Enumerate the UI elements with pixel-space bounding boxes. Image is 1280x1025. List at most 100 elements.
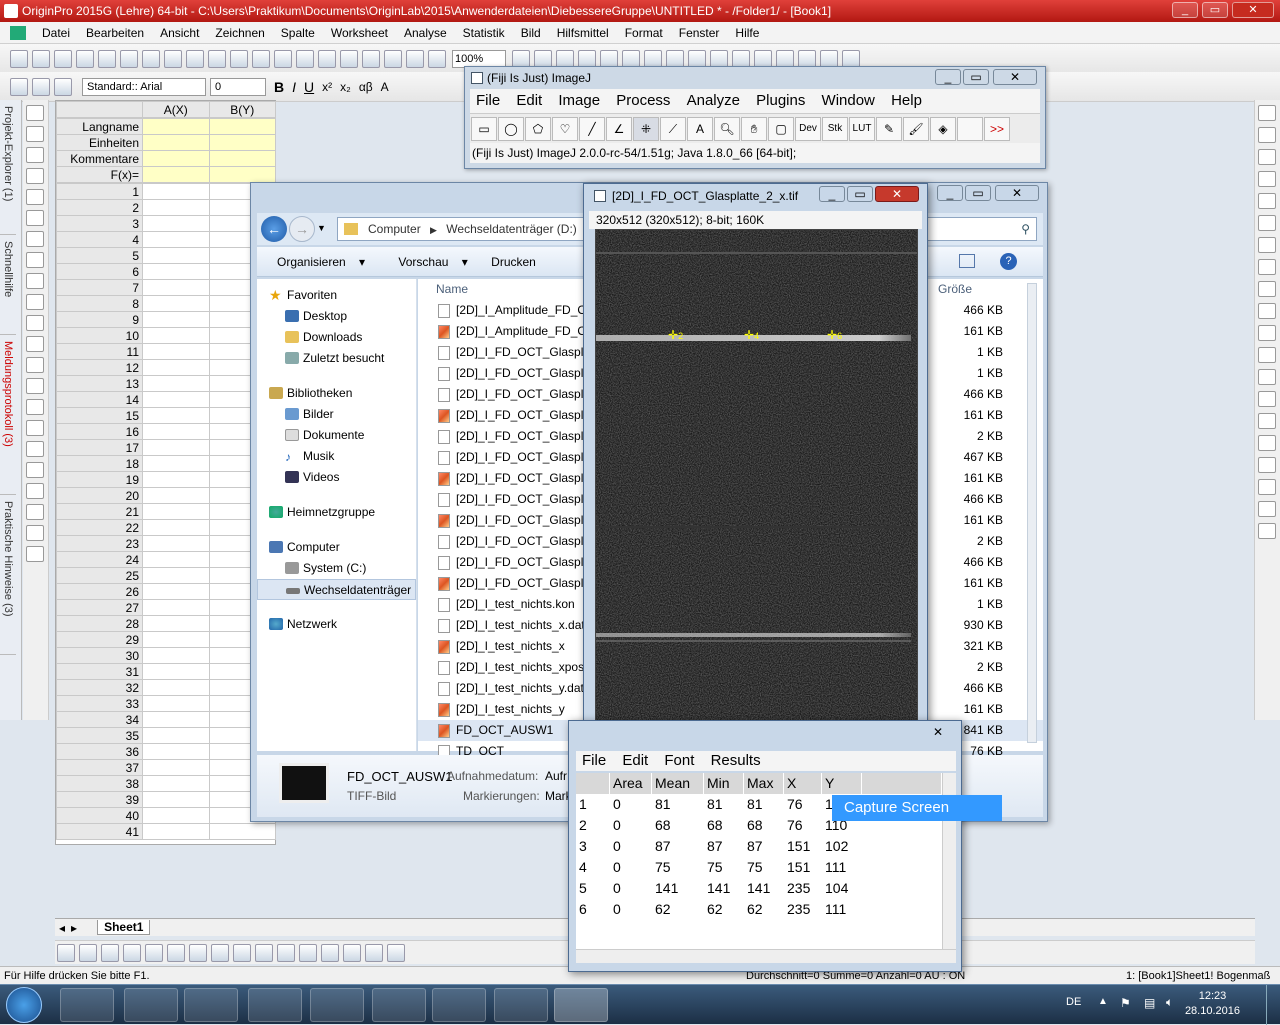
cell-a[interactable] — [142, 183, 210, 200]
cell-a[interactable] — [142, 599, 210, 616]
worksheet-row[interactable]: 12 — [56, 359, 276, 376]
ij-menu-process[interactable]: Process — [616, 92, 670, 109]
worksheet-row[interactable]: 7 — [56, 279, 276, 296]
taskbar-explorer-icon[interactable] — [124, 988, 178, 1022]
meta-cell-a[interactable] — [142, 134, 210, 151]
wand-tool-icon[interactable]: ⟋ — [660, 117, 686, 141]
taskbar-app-gray-icon[interactable] — [372, 988, 426, 1022]
import-multiple-icon[interactable] — [340, 49, 358, 68]
row-number[interactable]: 10 — [56, 327, 143, 344]
tree-downloads[interactable]: Downloads — [257, 327, 416, 348]
filter-icon[interactable] — [842, 49, 860, 68]
legend-tool-icon[interactable] — [26, 462, 44, 478]
row-number[interactable]: 36 — [56, 743, 143, 760]
imagej-close-button[interactable]: ✕ — [993, 69, 1037, 85]
meta-row-label[interactable]: Kommentare — [56, 150, 143, 167]
tree-homegroup[interactable]: Heimnetzgruppe — [257, 502, 416, 523]
corner-cell[interactable] — [56, 101, 143, 118]
worksheet-row[interactable]: 28 — [56, 615, 276, 632]
taskbar-chrome-icon[interactable] — [310, 988, 364, 1022]
stat-plot-icon[interactable] — [277, 943, 295, 962]
minimize-button[interactable]: _ — [1172, 2, 1198, 18]
open-template-icon[interactable] — [208, 49, 226, 68]
meta-row-label[interactable]: F(x)= — [56, 166, 143, 183]
new-project-icon[interactable] — [10, 49, 28, 68]
cell-a[interactable] — [142, 647, 210, 664]
row-number[interactable]: 30 — [56, 647, 143, 664]
zoom-select[interactable]: 100% — [452, 49, 506, 68]
results-header-y[interactable]: Y — [822, 773, 862, 794]
screen-reader-icon[interactable] — [26, 168, 44, 184]
cell-a[interactable] — [142, 503, 210, 520]
point-marker[interactable]: ✛4 — [744, 329, 759, 341]
smart-hint-icon[interactable] — [710, 49, 728, 68]
cell-a[interactable] — [142, 455, 210, 472]
cell-a[interactable] — [142, 487, 210, 504]
breadcrumb-computer[interactable]: Computer — [368, 222, 421, 236]
search-icon[interactable]: ⚲ — [1021, 218, 1030, 240]
cell-a[interactable] — [142, 471, 210, 488]
results-header-max[interactable]: Max — [744, 773, 784, 794]
breadcrumb-drive[interactable]: Wechseldatenträger (D:) — [446, 222, 577, 236]
pie-plot-icon[interactable] — [343, 943, 361, 962]
cell-a[interactable] — [142, 743, 210, 760]
column-plot-icon[interactable] — [123, 943, 141, 962]
row-number[interactable]: 31 — [56, 663, 143, 680]
worksheet-row[interactable]: 21 — [56, 503, 276, 520]
zoom-out-tool-icon[interactable] — [26, 147, 44, 163]
taskbar-imagej-icon[interactable] — [554, 988, 608, 1022]
area-plot-icon[interactable] — [145, 943, 163, 962]
ij-menu-window[interactable]: Window — [822, 92, 875, 109]
tab-projekt-explorer[interactable]: Projekt-Explorer (1) — [0, 100, 16, 235]
row-number[interactable]: 6 — [56, 263, 143, 280]
worksheet-row[interactable]: 39 — [56, 791, 276, 808]
tree-music[interactable]: ♪ Musik — [257, 446, 416, 467]
worksheet-row[interactable]: 8 — [56, 295, 276, 312]
worksheet-row[interactable]: 31 — [56, 663, 276, 680]
language-indicator[interactable]: DE — [1066, 996, 1081, 1008]
worksheet-row[interactable]: 2 — [56, 199, 276, 216]
ij-menu-edit[interactable]: Edit — [516, 92, 542, 109]
cell-a[interactable] — [142, 535, 210, 552]
cell-a[interactable] — [142, 583, 210, 600]
cell-a[interactable] — [142, 359, 210, 376]
row-number[interactable]: 9 — [56, 311, 143, 328]
cell-a[interactable] — [142, 423, 210, 440]
worksheet-row[interactable]: 25 — [56, 567, 276, 584]
worksheet-row[interactable]: 35 — [56, 727, 276, 744]
new-layout-icon[interactable] — [164, 49, 182, 68]
tree-desktop[interactable]: Desktop — [257, 306, 416, 327]
data-reader-icon[interactable] — [26, 189, 44, 205]
dev-tool-button[interactable]: Dev — [795, 117, 821, 141]
colorscale-icon[interactable] — [1258, 259, 1276, 275]
cell-a[interactable] — [142, 807, 210, 824]
row-number[interactable]: 41 — [56, 823, 143, 840]
polygon-roi-icon[interactable]: ⬠ — [525, 117, 551, 141]
worksheet-row[interactable]: 11 — [56, 343, 276, 360]
menu-zeichnen[interactable]: Zeichnen — [215, 26, 264, 40]
recalculate-icon[interactable] — [362, 49, 380, 68]
row-number[interactable]: 14 — [56, 391, 143, 408]
worksheet-row[interactable]: 9 — [56, 311, 276, 328]
row-number[interactable]: 11 — [56, 343, 143, 360]
merge-icon[interactable] — [1258, 193, 1276, 209]
cell-a[interactable] — [142, 679, 210, 696]
text-tool-icon[interactable] — [26, 273, 44, 289]
worksheet-row[interactable]: 22 — [56, 519, 276, 536]
row-number[interactable]: 25 — [56, 567, 143, 584]
worksheet-row[interactable]: 30 — [56, 647, 276, 664]
menu-bearbeiten[interactable]: Bearbeiten — [86, 26, 144, 40]
add-column-icon[interactable] — [754, 49, 772, 68]
worksheet-row[interactable]: 20 — [56, 487, 276, 504]
batch-plot-icon[interactable] — [428, 49, 446, 68]
code-builder-icon[interactable] — [622, 49, 640, 68]
image-icon[interactable] — [1258, 435, 1276, 451]
worksheet-book1[interactable]: A(X) B(Y) Langname Einheiten Kommentare F(x… — [55, 100, 276, 845]
template-plot-icon[interactable] — [299, 943, 317, 962]
results-menu-edit[interactable]: Edit — [622, 752, 648, 769]
imagej-maximize-button[interactable]: ▭ — [963, 69, 989, 85]
image-canvas[interactable]: ✛2 ✛4 ✛6 — [595, 229, 918, 743]
underline-icon[interactable]: U — [304, 79, 314, 95]
row-number[interactable]: 1 — [56, 183, 143, 200]
new-matrix-icon[interactable] — [76, 49, 94, 68]
